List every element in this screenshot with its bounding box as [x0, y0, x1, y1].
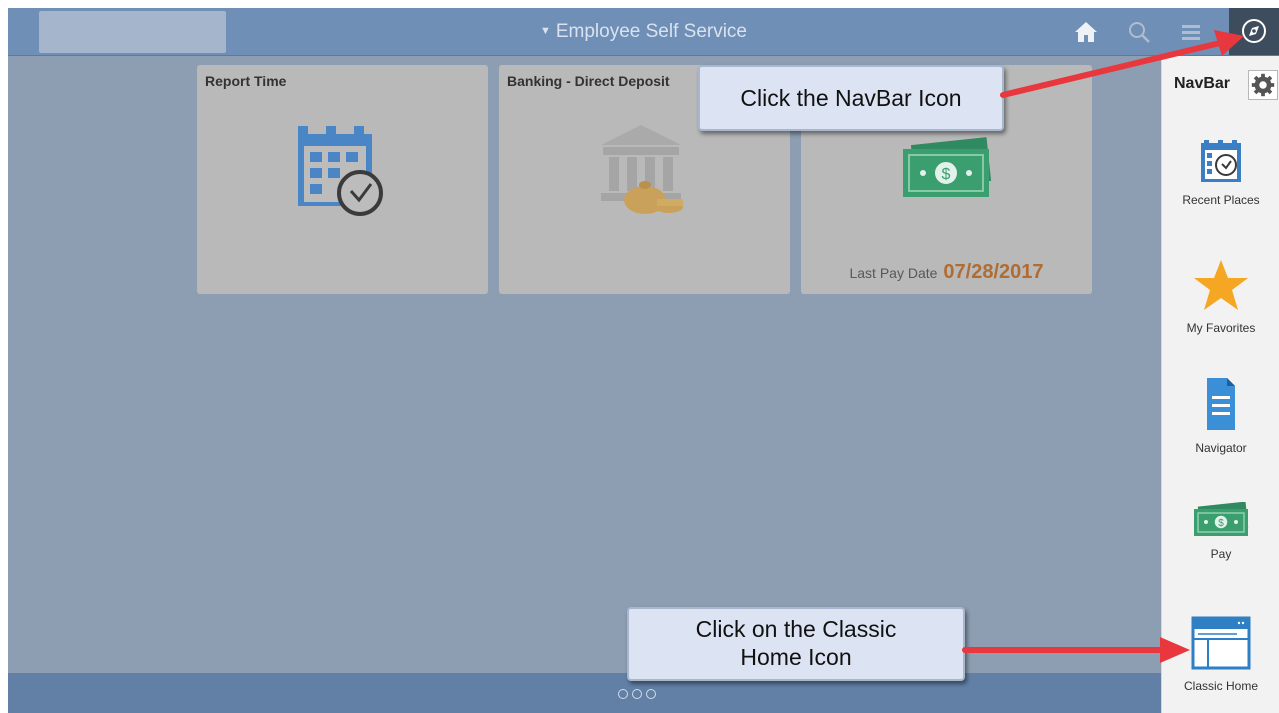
- compass-icon: [1242, 19, 1266, 43]
- app-header: ▼ Employee Self Service: [8, 8, 1279, 56]
- money-icon: $: [1194, 501, 1249, 536]
- navbar-item-my-favorites[interactable]: My Favorites: [1162, 258, 1279, 335]
- search-icon[interactable]: [1125, 18, 1153, 46]
- navbar-item-label: Classic Home: [1183, 679, 1258, 693]
- tile-title: Report Time: [205, 73, 287, 89]
- last-pay-date-label: Last Pay Date: [849, 265, 938, 281]
- bank-icon: [601, 125, 683, 214]
- money-icon: $: [903, 137, 992, 197]
- actions-menu-icon[interactable]: [1177, 18, 1205, 46]
- document-icon: [1207, 378, 1235, 430]
- dropdown-caret-icon: ▼: [539, 25, 551, 37]
- callout-line: Home Icon: [740, 644, 852, 670]
- page-dot[interactable]: [618, 689, 628, 699]
- homepage-title: Employee Self Service: [555, 21, 748, 42]
- navbar-item-label: My Favorites: [1186, 321, 1256, 335]
- page-indicator[interactable]: [618, 689, 656, 699]
- svg-text:$: $: [1218, 518, 1224, 529]
- navbar-item-label: Pay: [1210, 547, 1232, 561]
- navbar-item-classic-home[interactable]: Classic Home: [1162, 616, 1279, 693]
- navbar-item-recent-places[interactable]: Recent Places: [1162, 138, 1279, 207]
- star-icon: [1194, 260, 1248, 310]
- navbar-item-pay[interactable]: $ Pay: [1162, 501, 1279, 561]
- callout-line: Click on the Classic: [695, 616, 897, 642]
- calendar-clock-icon: [298, 126, 383, 216]
- navbar-item-navigator[interactable]: Navigator: [1162, 374, 1279, 455]
- navbar-settings-button[interactable]: [1248, 70, 1278, 100]
- last-pay-date: Last Pay Date 07/28/2017: [801, 261, 1092, 284]
- svg-text:$: $: [942, 166, 951, 183]
- recent-places-icon: [1201, 140, 1241, 182]
- classic-home-icon: [1191, 616, 1251, 670]
- navbar-panel: NavBar Recent Places My Favorites Naviga…: [1161, 56, 1279, 713]
- page-dot[interactable]: [646, 689, 656, 699]
- navbar-title: NavBar: [1174, 75, 1231, 92]
- homepage-tile-area: Report Time Banking - Direct Deposit $ L…: [8, 56, 1161, 673]
- footer-bar: [8, 673, 1161, 713]
- navbar-button[interactable]: [1229, 8, 1279, 55]
- home-icon[interactable]: [1072, 18, 1100, 46]
- gear-icon: [1251, 73, 1275, 97]
- page-dot[interactable]: [632, 689, 642, 699]
- callout-navbar-hint: Click the NavBar Icon: [698, 65, 1004, 131]
- last-pay-date-value: 07/28/2017: [943, 261, 1044, 283]
- callout-classic-home-hint: Click on the Classic Home Icon: [627, 607, 965, 681]
- navbar-item-label: Recent Places: [1182, 193, 1260, 207]
- tile-report-time[interactable]: Report Time: [197, 65, 488, 294]
- navbar-item-label: Navigator: [1195, 441, 1247, 455]
